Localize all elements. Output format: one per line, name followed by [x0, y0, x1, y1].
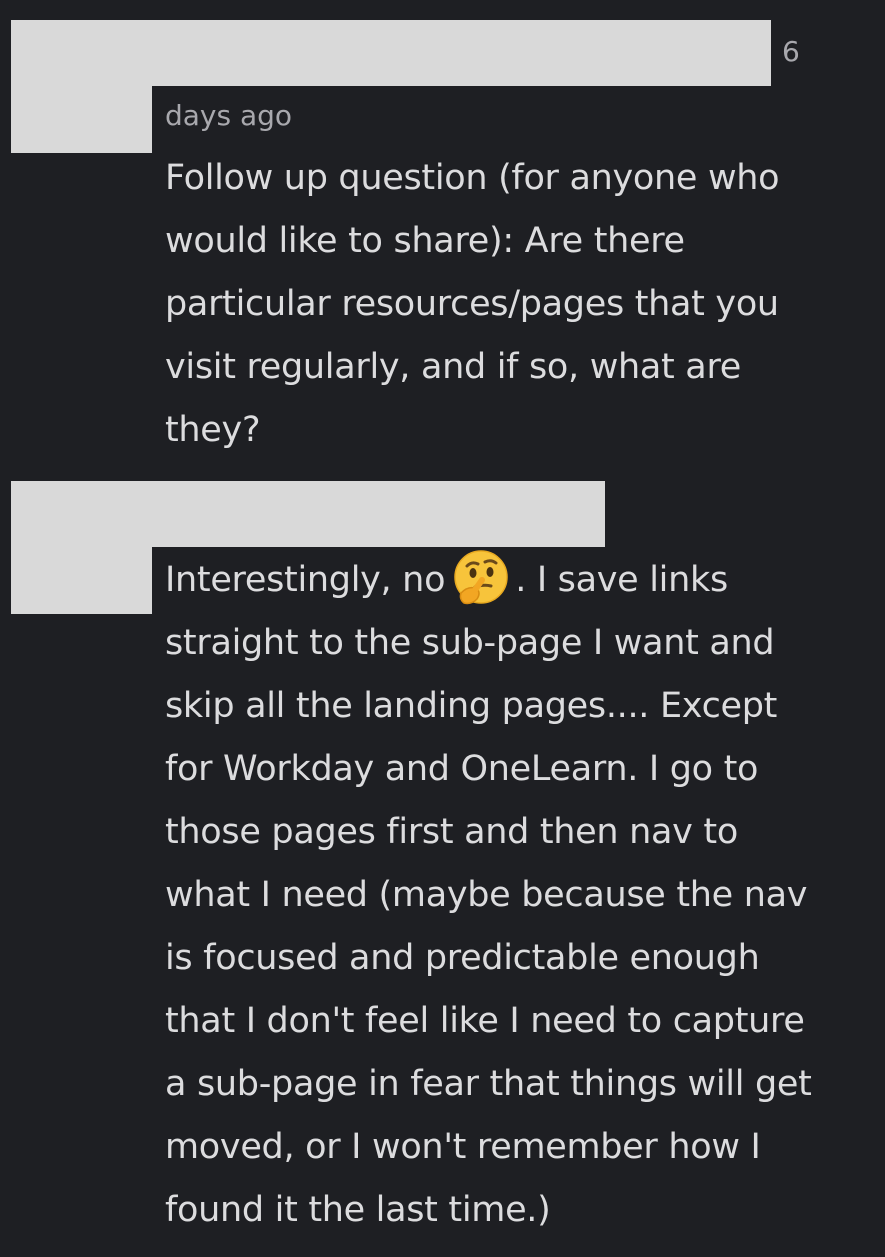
- message-2-line: straight to the sub-page I want and: [165, 623, 775, 663]
- message-2-line: skip all the landing pages.... Except: [165, 686, 778, 726]
- message-1-line: visit regularly, and if so, what are: [165, 347, 741, 387]
- timestamp-1[interactable]: days ago: [165, 99, 292, 133]
- message-1-body: Follow up question (for anyone who would…: [165, 147, 870, 462]
- message-2-text: Interestingly, no: [165, 560, 446, 600]
- message-2-line: a sub-page in fear that things will get: [165, 1064, 812, 1104]
- message-2-line: that I don't feel like I need to capture: [165, 1001, 805, 1041]
- message-1-line: particular resources/pages that you: [165, 284, 779, 324]
- message-1-line: they?: [165, 410, 261, 450]
- message-2-line: Interestingly, no . I save links: [165, 549, 870, 612]
- message-2-text: . I save links: [515, 560, 728, 600]
- message-1-line: would like to share): Are there: [165, 221, 685, 261]
- message-2-body: Interestingly, no . I save links straigh…: [165, 549, 870, 1242]
- message-2-line: is focused and predictable enough: [165, 938, 760, 978]
- message-2-line: what I need (maybe because the nav: [165, 875, 808, 915]
- redacted-avatar-2: [11, 481, 152, 614]
- thinking-face-icon: [454, 550, 508, 605]
- message-1-line: Follow up question (for anyone who: [165, 158, 780, 198]
- message-2-line: moved, or I won't remember how I: [165, 1127, 761, 1167]
- message-2-line: for Workday and OneLearn. I go to: [165, 749, 759, 789]
- message-2-line: found it the last time.): [165, 1190, 551, 1230]
- redacted-avatar-1: [11, 20, 152, 153]
- timestamp-1-number[interactable]: 6: [782, 35, 800, 69]
- message-2-line: those pages first and then nav to: [165, 812, 738, 852]
